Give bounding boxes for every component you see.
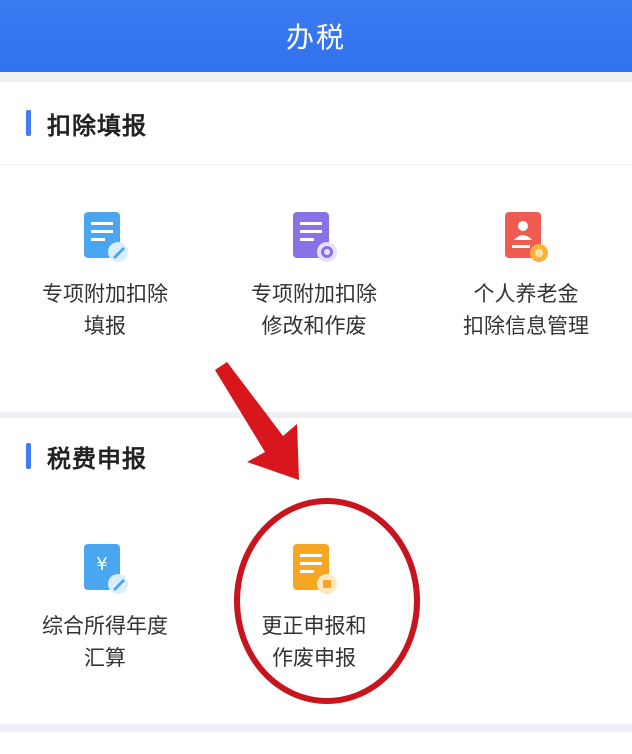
- red-circle-annotation: [234, 498, 420, 704]
- item-label: 专项附加扣除 修改和作废: [251, 282, 377, 338]
- section-accent-bar: [26, 110, 31, 136]
- item-label: 专项附加扣除 填报: [42, 282, 168, 338]
- section-header: 税费申报: [0, 418, 632, 494]
- section-header: 扣除填报: [0, 82, 632, 165]
- item-label: 综合所得年度 汇算: [42, 614, 168, 670]
- app-header: 办税: [0, 0, 632, 72]
- red-arrow-annotation: [215, 362, 299, 480]
- document-settings-icon: [293, 212, 337, 262]
- yuan-document-icon: ¥: [84, 544, 128, 594]
- special-deduction-modify-button[interactable]: 专项附加扣除 修改和作废: [214, 210, 414, 342]
- annual-settlement-button[interactable]: ¥ 综合所得年度 汇算: [5, 542, 205, 674]
- item-label: 个人养老金 扣除信息管理: [463, 282, 589, 338]
- pension-deduction-manage-button[interactable]: 个人养老金 扣除信息管理: [426, 210, 626, 342]
- section-accent-bar: [26, 443, 31, 469]
- next-section-edge: [0, 732, 632, 754]
- page-title: 办税: [285, 21, 346, 54]
- section-title: 扣除填报: [47, 111, 147, 140]
- section-title: 税费申报: [47, 444, 147, 473]
- deduction-section: 扣除填报 专项附加扣除 填报 专项附加扣除 修改和作废 个人养老金 扣除信息管理: [0, 82, 632, 412]
- special-deduction-fill-button[interactable]: 专项附加扣除 填报: [5, 210, 205, 342]
- svg-text:¥: ¥: [96, 554, 107, 575]
- pension-card-icon: [505, 212, 548, 262]
- document-edit-icon: [84, 212, 128, 262]
